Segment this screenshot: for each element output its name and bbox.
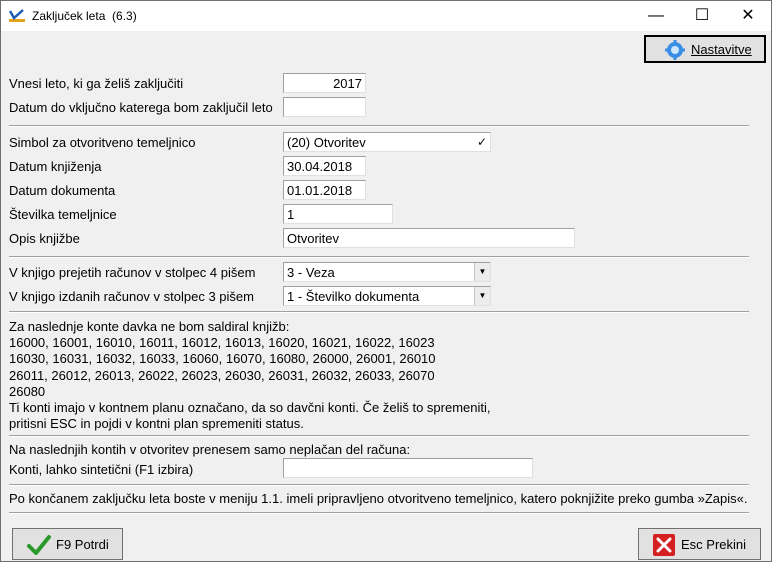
separator — [9, 256, 749, 258]
journal-number-input[interactable]: 1 — [283, 204, 393, 224]
document-date-input[interactable]: 01.01.2018 — [283, 180, 366, 200]
info-line: 16030, 16031, 16032, 16033, 16060, 16070… — [9, 351, 436, 367]
symbol-label: Simbol za otvoritveno temeljnico — [9, 135, 196, 150]
tax-accounts-info: Za naslednje konte davka ne bom saldiral… — [9, 319, 490, 432]
separator — [9, 484, 749, 486]
info-line: Za naslednje konte davka ne bom saldiral… — [9, 319, 290, 334]
info-line: 26080 — [9, 383, 46, 399]
maximize-icon[interactable]: ☐ — [679, 1, 725, 31]
info-line: 16000, 16001, 16010, 16011, 16012, 16013… — [9, 335, 435, 351]
title-bar: Zaključek leta (6.3) — ☐ ✕ — [1, 1, 771, 31]
cancel-button[interactable]: Esc Prekini — [638, 528, 761, 560]
chevron-down-icon[interactable]: ▼ — [474, 263, 490, 281]
posting-date-label: Datum knjiženja — [9, 159, 102, 174]
unpaid-note: Na naslednjih kontih v otvoritev prenese… — [9, 442, 411, 457]
journal-number-label: Številka temeljnice — [9, 207, 117, 222]
separator — [9, 311, 749, 313]
cancel-icon — [653, 534, 675, 556]
gear-icon — [665, 40, 685, 60]
chevron-down-icon[interactable]: ▼ — [474, 287, 490, 305]
issued-invoices-label: V knjigo izdanih računov v stolpec 3 piš… — [9, 289, 254, 304]
close-icon[interactable]: ✕ — [725, 1, 771, 31]
confirm-button-label: F9 Potrdi — [56, 537, 109, 552]
settings-button[interactable]: Nastavitve — [644, 35, 766, 63]
received-invoices-label: V knjigo prejetih računov v stolpec 4 pi… — [9, 265, 256, 280]
settings-button-label: Nastavitve — [691, 42, 752, 57]
close-date-label: Datum do vključno katerega bom zaključil… — [9, 100, 273, 115]
cancel-button-label: Esc Prekini — [681, 537, 747, 552]
accounts-input[interactable] — [283, 458, 533, 478]
posting-desc-label: Opis knjižbe — [9, 231, 80, 246]
main-window: Zaključek leta (6.3) — ☐ ✕ Nastavitve Vn… — [0, 0, 772, 562]
received-invoices-select[interactable]: 3 - Veza ▼ — [283, 262, 491, 282]
year-label: Vnesi leto, ki ga želiš zaključiti — [9, 76, 184, 91]
checkmark-icon — [27, 535, 51, 555]
posting-date-input[interactable]: 30.04.2018 — [283, 156, 366, 176]
symbol-input[interactable]: (20) Otvoritev ✓ — [283, 132, 491, 152]
accounts-label: Konti, lahko sintetični (F1 izbira) — [9, 462, 194, 477]
app-logo-icon — [9, 9, 25, 22]
check-icon[interactable]: ✓ — [474, 133, 490, 151]
separator — [9, 435, 749, 437]
confirm-button[interactable]: F9 Potrdi — [12, 528, 123, 560]
separator — [9, 512, 749, 514]
received-invoices-value: 3 - Veza — [287, 265, 335, 280]
minimize-icon[interactable]: — — [633, 1, 679, 31]
info-line: pritisni ESC in pojdi v kontni plan spre… — [9, 416, 304, 432]
info-line: Ti konti imajo v kontnem planu označano,… — [9, 400, 491, 416]
info-line: 26011, 26012, 26013, 26022, 26023, 26030… — [9, 367, 435, 383]
issued-invoices-value: 1 - Številko dokumenta — [287, 289, 420, 304]
symbol-value: (20) Otvoritev — [287, 135, 366, 150]
issued-invoices-select[interactable]: 1 - Številko dokumenta ▼ — [283, 286, 491, 306]
separator — [9, 125, 749, 127]
document-date-label: Datum dokumenta — [9, 183, 116, 198]
window-title: Zaključek leta (6.3) — [32, 9, 137, 23]
year-input[interactable]: 2017 — [283, 73, 366, 93]
footer-note: Po končanem zaključku leta boste v menij… — [9, 491, 748, 506]
posting-desc-input[interactable]: Otvoritev — [283, 228, 575, 248]
close-date-input[interactable] — [283, 97, 366, 117]
